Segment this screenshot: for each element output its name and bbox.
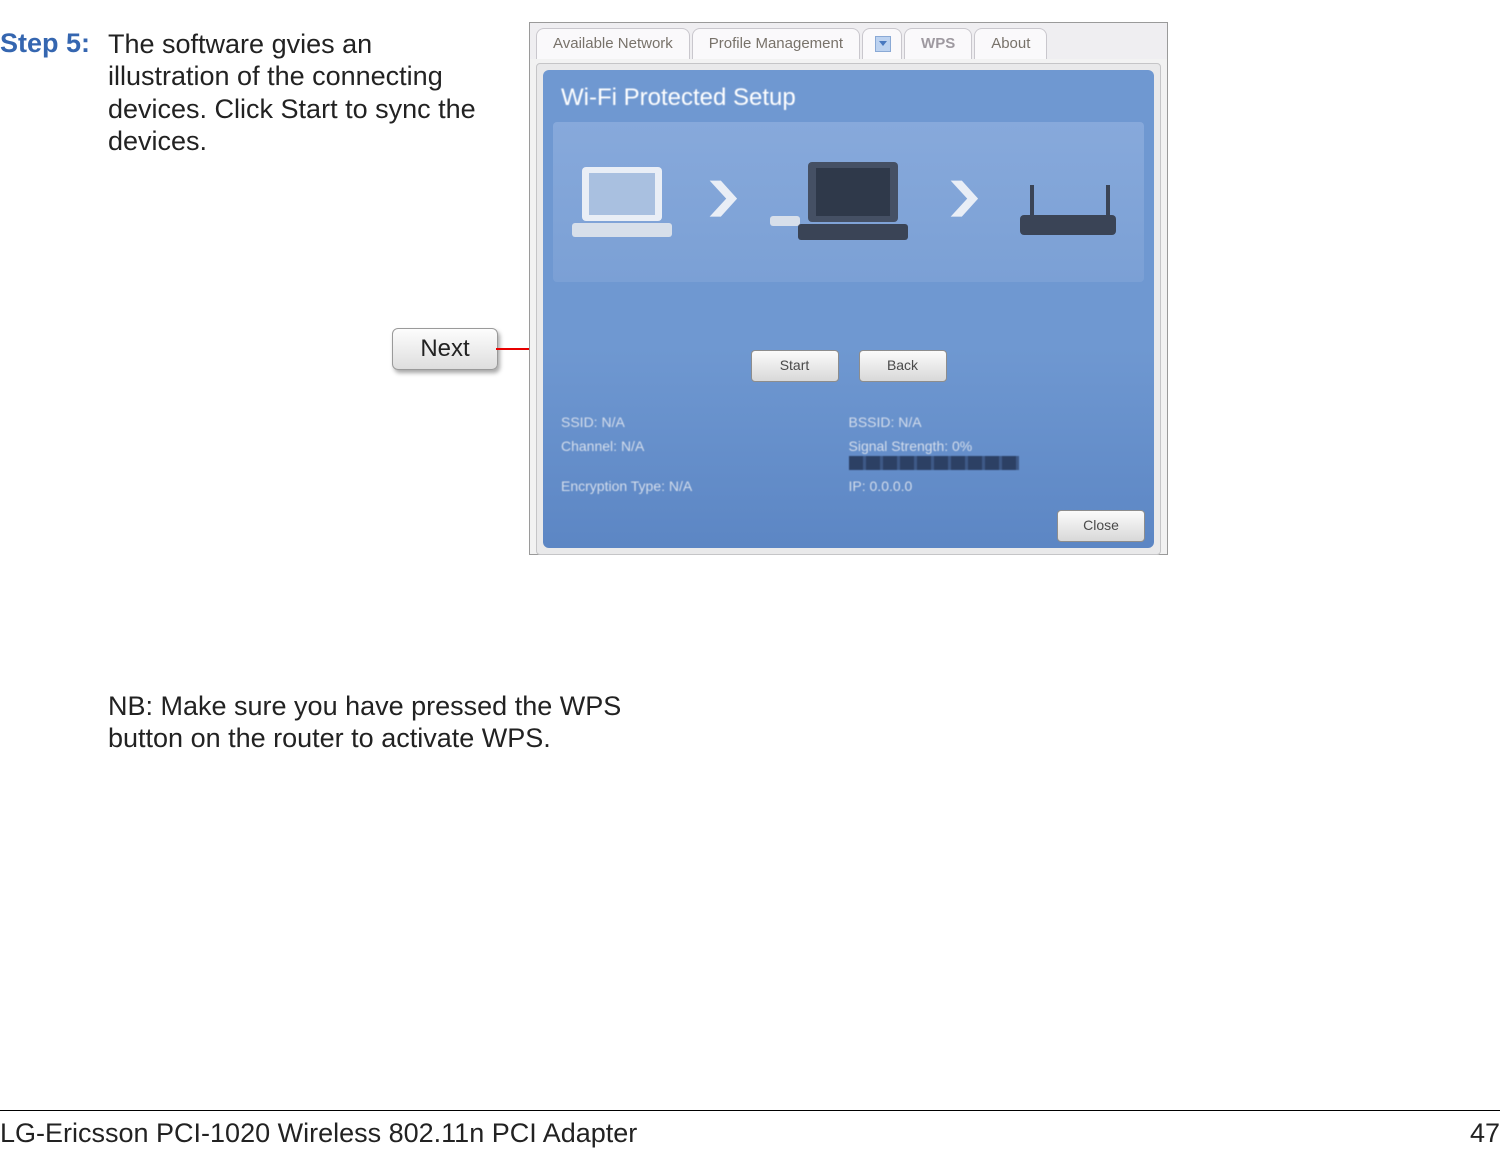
encryption-field: Encryption Type: N/A (561, 478, 849, 494)
router-icon (1010, 157, 1130, 247)
step-text: The software gvies an illustration of th… (108, 28, 500, 158)
page-footer: LG-Ericsson PCI-1020 Wireless 802.11n PC… (0, 1118, 1500, 1149)
tab-available-network[interactable]: Available Network (536, 28, 690, 59)
wireless-utility-window: Available Network Profile Management WPS… (529, 22, 1168, 555)
footer-rule (0, 1110, 1500, 1111)
button-row: Start Back (543, 350, 1154, 382)
start-button[interactable]: Start (751, 350, 839, 382)
tab-about[interactable]: About (974, 28, 1047, 59)
ip-field: IP: 0.0.0.0 (849, 478, 1137, 494)
footer-page-number: 47 (1470, 1118, 1500, 1149)
tab-wps[interactable]: WPS (904, 28, 972, 59)
ssid-field: SSID: N/A (561, 414, 849, 430)
close-row: Close (1057, 510, 1145, 542)
panel-title: Wi-Fi Protected Setup (561, 84, 796, 112)
flow-arrow-icon (706, 185, 740, 219)
device-illustration (553, 122, 1144, 282)
back-button[interactable]: Back (859, 350, 947, 382)
tab-dropdown[interactable] (862, 28, 902, 59)
footer-product: LG-Ericsson PCI-1020 Wireless 802.11n PC… (0, 1118, 637, 1149)
bssid-field: BSSID: N/A (849, 414, 1137, 430)
wps-panel: Wi-Fi Protected Setup (543, 70, 1154, 548)
info-grid: SSID: N/A BSSID: N/A Channel: N/A Signal… (561, 414, 1136, 494)
adapter-laptop-icon (768, 152, 918, 252)
close-button[interactable]: Close (1057, 510, 1145, 542)
signal-field: Signal Strength: 0% (849, 438, 1137, 470)
chevron-down-icon (875, 36, 891, 52)
laptop-icon (567, 157, 677, 247)
channel-field: Channel: N/A (561, 438, 849, 470)
panel-outer: Wi-Fi Protected Setup (536, 63, 1161, 555)
flow-arrow-icon (947, 185, 981, 219)
callout-next: Next (392, 328, 498, 370)
tab-profile-management[interactable]: Profile Management (692, 28, 860, 59)
step-nb: NB: Make sure you have pressed the WPS b… (108, 690, 668, 755)
step-label: Step 5: (0, 28, 100, 59)
step-block: Step 5: The software gvies an illustrati… (0, 28, 500, 158)
tab-bar: Available Network Profile Management WPS… (530, 23, 1167, 59)
signal-strength-bar-icon (849, 456, 1019, 470)
